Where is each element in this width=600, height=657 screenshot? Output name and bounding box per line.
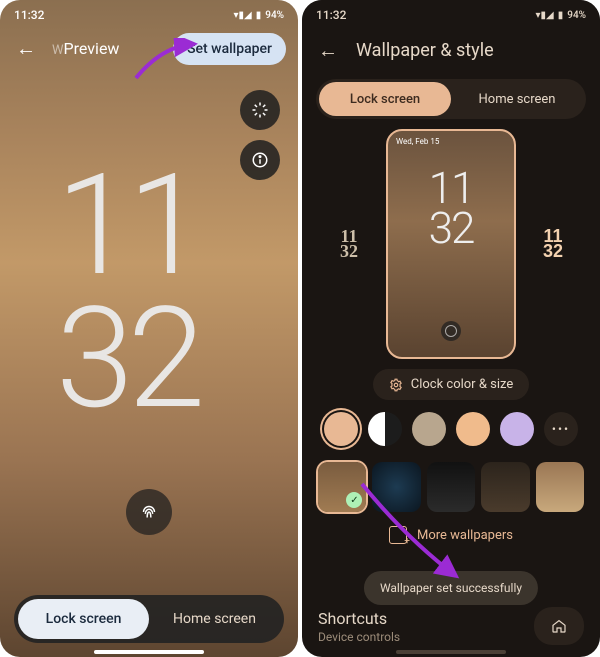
wallpaper-thumb-3[interactable] — [427, 462, 475, 512]
status-icons: ▾▮◢ ▮ 94% — [536, 10, 586, 21]
swatch-2[interactable] — [368, 412, 402, 446]
fingerprint-icon — [138, 501, 160, 523]
info-icon — [251, 151, 269, 169]
swatch-3[interactable] — [412, 412, 446, 446]
tab-lock-screen[interactable]: Lock screen — [18, 599, 149, 639]
battery-percent: 94% — [265, 10, 284, 21]
status-time: 11:32 — [14, 8, 44, 22]
shortcuts-title: Shortcuts — [318, 609, 400, 628]
wallpaper-thumb-2[interactable] — [372, 462, 420, 512]
back-icon[interactable]: ← — [12, 32, 40, 65]
shortcuts-sub: Device controls — [318, 630, 400, 644]
fingerprint-button[interactable] — [126, 489, 172, 535]
more-wallpapers-label: More wallpapers — [417, 528, 513, 543]
toast-message: Wallpaper set successfully — [364, 571, 538, 605]
preview-tabs: Lock screen Home screen — [14, 595, 284, 643]
set-wallpaper-button[interactable]: Set wallpaper — [173, 33, 286, 65]
clock-style-row: 11 32 Wed, Feb 15 1132 11 32 — [308, 129, 594, 359]
battery-icon: ▮ — [256, 10, 262, 21]
tab-home-screen[interactable]: Home screen — [149, 599, 280, 639]
status-bar: 11:32 ▾▮◢ ▮ 94% — [0, 0, 298, 26]
clock-minutes: 32 — [56, 293, 199, 426]
swatch-1[interactable] — [324, 412, 358, 446]
battery-percent: 94% — [567, 10, 586, 21]
shortcuts-text: Shortcuts Device controls — [318, 609, 400, 644]
home-shortcut-button[interactable] — [534, 607, 584, 645]
clock-color-size-label: Clock color & size — [411, 377, 514, 392]
wallpaper-thumb-1[interactable]: ✓ — [318, 462, 366, 512]
preview-clock: 1132 — [429, 169, 474, 248]
screen-tabs: Lock screen Home screen — [316, 79, 586, 119]
tab-lock-screen[interactable]: Lock screen — [319, 82, 451, 116]
page-title: Wallpaper & style — [356, 40, 494, 61]
status-time: 11:32 — [316, 8, 346, 22]
swatch-4[interactable] — [456, 412, 490, 446]
effects-button[interactable] — [240, 90, 280, 130]
gear-icon — [389, 378, 403, 392]
phone-wallpaper-style-screen: 11:32 ▾▮◢ ▮ 94% ← Wallpaper & style Lock… — [302, 0, 600, 657]
clock-style-option-2[interactable]: 11 32 — [530, 214, 576, 274]
lock-screen-preview[interactable]: Wed, Feb 15 1132 — [386, 129, 516, 359]
style-topbar: ← Wallpaper & style — [302, 26, 600, 75]
wifi-icon: ▾▮◢ — [234, 10, 252, 21]
wallpaper-thumb-5[interactable] — [536, 462, 584, 512]
swatch-5[interactable] — [500, 412, 534, 446]
battery-icon: ▮ — [558, 10, 564, 21]
clock-hours: 11 — [56, 160, 199, 293]
preview-topbar: ← WPreview Set wallpaper — [0, 26, 298, 71]
color-swatches: ••• — [302, 408, 600, 456]
info-button[interactable] — [240, 140, 280, 180]
more-colors-button[interactable]: ••• — [544, 412, 578, 446]
clock-style-option-1[interactable]: 11 32 — [326, 214, 372, 274]
fingerprint-icon — [441, 321, 461, 341]
clock-color-size-button[interactable]: Clock color & size — [373, 369, 530, 400]
check-icon: ✓ — [346, 492, 362, 508]
gesture-handle[interactable] — [396, 650, 506, 654]
preview-date: Wed, Feb 15 — [396, 137, 439, 146]
page-title: WPreview — [52, 39, 161, 58]
home-icon — [551, 618, 567, 634]
tab-home-screen[interactable]: Home screen — [451, 82, 583, 116]
shortcuts-section[interactable]: Shortcuts Device controls — [318, 607, 584, 645]
sparkle-icon — [251, 101, 269, 119]
wallpaper-thumb-4[interactable] — [481, 462, 529, 512]
wallpaper-thumbs: ✓ — [302, 456, 600, 518]
add-wallpaper-icon — [389, 526, 407, 544]
back-icon[interactable]: ← — [314, 34, 342, 67]
status-bar: 11:32 ▾▮◢ ▮ 94% — [302, 0, 600, 26]
status-icons: ▾▮◢ ▮ 94% — [234, 10, 284, 21]
phone-preview-screen: 11:32 ▾▮◢ ▮ 94% ← WPreview Set wallpaper… — [0, 0, 298, 657]
gesture-handle[interactable] — [94, 650, 204, 654]
more-wallpapers-button[interactable]: More wallpapers — [302, 518, 600, 548]
lock-clock: 11 32 — [56, 160, 199, 426]
wifi-icon: ▾▮◢ — [536, 10, 554, 21]
